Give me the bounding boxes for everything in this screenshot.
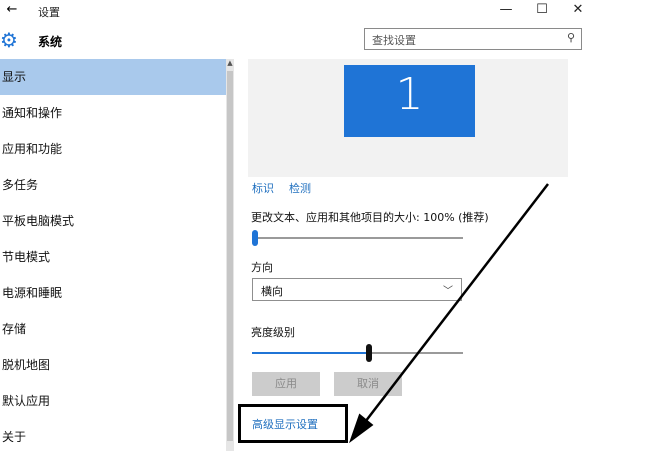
annotation-arrow xyxy=(348,183,549,444)
